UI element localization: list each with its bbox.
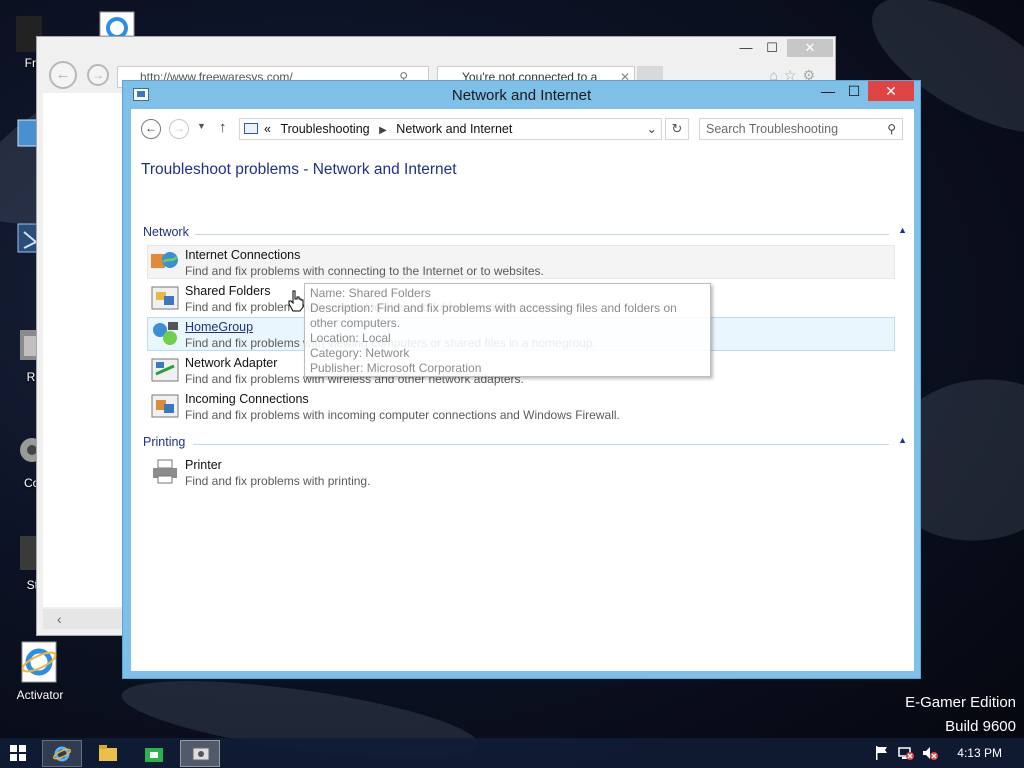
up-arrow-icon[interactable]: ↑ [219,119,227,136]
network-disconnected-icon[interactable] [898,745,914,761]
tooltip-publisher: Publisher: Microsoft Corporation [310,361,482,375]
ie-page-content [43,93,123,607]
group-header-printing[interactable]: Printing ▲ [143,435,909,453]
folder-icon [99,745,117,761]
taskbar: 4:13 PM [0,738,1024,768]
desktop-icon-label: Activator [16,688,64,702]
ie-close-button[interactable]: ✕ [787,39,833,57]
ie-maximize-button[interactable]: ☐ [759,39,785,57]
ie-forward-button[interactable]: → [87,64,109,86]
shared-folders-icon [151,286,179,310]
tooltip-description: Description: Find and fix problems with … [310,301,677,330]
window-client-area: ← → ▼ ↑ « Troubleshooting ▶ Network and … [131,109,914,671]
hand-cursor-icon [288,290,304,312]
page-title: Troubleshoot problems - Network and Inte… [141,161,457,178]
chevron-up-icon[interactable]: ▲ [898,225,907,235]
search-placeholder: Search Troubleshooting [706,122,839,136]
action-center-flag-icon[interactable] [874,745,890,761]
maximize-button[interactable]: ☐ [840,81,868,101]
task-item-incoming-connections[interactable]: Incoming Connections Find and fix proble… [147,389,895,423]
breadcrumb-overflow[interactable]: « [264,122,271,136]
breadcrumb-item-troubleshooting[interactable]: Troubleshooting [280,122,369,136]
recent-locations-chevron-down-icon[interactable]: ▼ [197,121,206,131]
ie-title-bar[interactable]: — ☐ ✕ [37,37,835,61]
internet-explorer-icon [21,641,57,683]
task-title[interactable]: HomeGroup [185,320,253,334]
navigation-bar: ← → ▼ ↑ « Troubleshooting ▶ Network and … [131,109,914,149]
forward-button[interactable]: → [169,119,189,139]
control-panel-icon [244,123,258,134]
internet-explorer-icon [53,746,71,762]
task-item-printer[interactable]: Printer Find and fix problems with print… [147,455,895,489]
group-title: Printing [143,435,192,449]
search-input[interactable]: Search Troubleshooting ⚲ [699,118,903,140]
search-icon[interactable]: ⚲ [887,119,896,139]
ie-back-button[interactable]: ← [49,61,77,89]
breadcrumb[interactable]: « Troubleshooting ▶ Network and Internet… [239,118,662,140]
printer-icon [153,459,177,484]
task-description: Find and fix problems with connecting to… [185,264,544,278]
network-adapter-icon [151,358,179,382]
chevron-up-icon[interactable]: ▲ [898,435,907,445]
ie-horizontal-scrollbar[interactable]: ‹ [43,609,123,629]
breadcrumb-item-network-and-internet[interactable]: Network and Internet [396,122,512,136]
task-title: Shared Folders [185,284,271,298]
task-item-internet-connections[interactable]: Internet Connections Find and fix proble… [147,245,895,279]
tooltip-location: Location: Local [310,331,391,345]
internet-connections-icon [151,252,178,268]
build-watermark: Build 9600 [945,718,1016,735]
taskbar-internet-explorer[interactable] [42,740,82,767]
minimize-button[interactable]: — [814,81,842,101]
taskbar-file-explorer[interactable] [88,740,128,767]
back-button[interactable]: ← [141,119,161,139]
group-divider [193,444,889,445]
troubleshooting-icon [192,747,210,761]
group-header-network[interactable]: Network ▲ [143,225,909,243]
tooltip: Name: Shared Folders Description: Find a… [304,283,711,377]
speaker-muted-icon[interactable] [922,745,938,761]
ie-minimize-button[interactable]: — [733,39,759,57]
breadcrumb-separator-icon[interactable]: ▶ [379,125,387,136]
tooltip-category: Category: Network [310,346,410,360]
desktop-icon-activator[interactable]: Activator [0,640,80,702]
task-title: Incoming Connections [185,392,309,406]
incoming-connections-icon [151,394,179,418]
task-title: Internet Connections [185,248,301,262]
store-icon [145,748,163,762]
close-button[interactable]: ✕ [868,81,914,101]
windows-start-icon[interactable] [10,745,26,761]
window-title: Network and Internet [451,87,592,104]
group-divider [191,234,889,235]
network-and-internet-window[interactable]: Network and Internet — ☐ ✕ ← → ▼ ↑ « Tro… [122,80,921,679]
task-title: Printer [185,458,222,472]
tooltip-name: Name: Shared Folders [310,286,431,300]
window-title-bar[interactable]: Network and Internet — ☐ ✕ [123,81,920,109]
taskbar-store[interactable] [134,740,174,767]
refresh-button[interactable]: ↻ [665,118,689,140]
task-description: Find and fix problems with incoming comp… [185,408,620,422]
group-title: Network [143,225,195,239]
taskbar-clock[interactable]: 4:13 PM [957,746,1002,760]
task-title: Network Adapter [185,356,278,370]
edition-watermark: E-Gamer Edition [905,694,1016,711]
taskbar-troubleshooting[interactable] [180,740,220,767]
task-description: Find and fix problems with printing. [185,474,371,488]
internet-explorer-icon [99,11,135,36]
homegroup-icon [153,322,178,345]
chevron-down-icon[interactable]: ⌄ [647,119,657,139]
